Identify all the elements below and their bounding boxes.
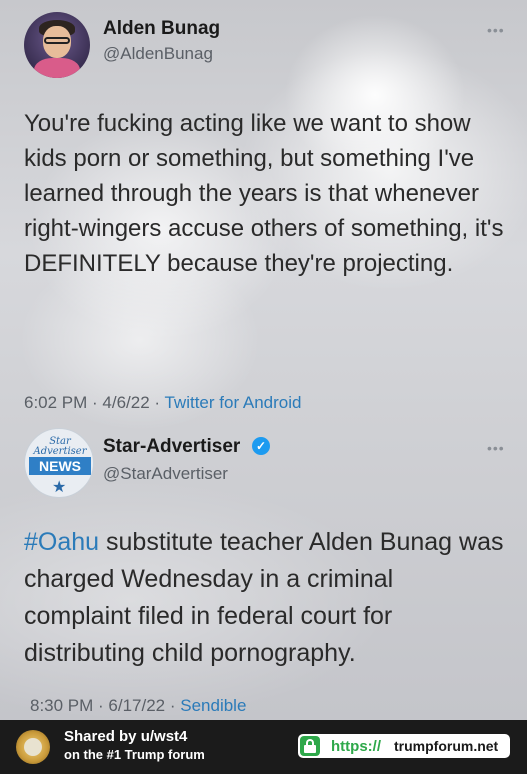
hashtag-link[interactable]: #Oahu: [24, 528, 99, 556]
forum-tagline: on the #1 Trump forum: [64, 747, 205, 762]
trump-logo-icon: [16, 730, 50, 764]
avatar-news-label: NEWS: [29, 457, 91, 475]
avatar-logo-text: Star Advertiser: [33, 436, 87, 457]
tweet-meta: 8:30 PM · 6/17/22 · Sendible: [30, 696, 246, 716]
verified-badge-icon: ✓: [252, 437, 270, 455]
avatar-star-advertiser[interactable]: Star Advertiser NEWS ★: [24, 428, 94, 498]
tweet-source-link[interactable]: Twitter for Android: [164, 393, 301, 412]
tweet-text: You're fucking acting like we want to sh…: [24, 110, 504, 277]
star-icon: ★: [52, 479, 67, 496]
shared-by-text: Shared by u/wst4: [64, 728, 188, 745]
more-options-icon[interactable]: •••: [487, 440, 505, 456]
tweet-meta: 6:02 PM · 4/6/22 · Twitter for Android: [24, 393, 302, 413]
lock-icon: [300, 736, 320, 756]
tweet-timestamp[interactable]: 6:02 PM · 4/6/22 ·: [24, 393, 164, 412]
user-handle[interactable]: @AldenBunag: [103, 44, 213, 64]
url-scheme: https://: [331, 738, 381, 755]
avatar-alden-bunag[interactable]: [24, 12, 90, 78]
avatar-glasses: [44, 37, 70, 44]
url-host[interactable]: trumpforum.net: [394, 738, 498, 754]
tweet-source-link[interactable]: Sendible: [180, 696, 246, 715]
tweet-timestamp[interactable]: 8:30 PM · 6/17/22 ·: [30, 696, 180, 715]
tweet-text: #Oahu substitute teacher Alden Bunag was…: [24, 524, 504, 672]
user-handle[interactable]: @StarAdvertiser: [103, 464, 228, 484]
more-options-icon[interactable]: •••: [487, 22, 505, 38]
display-name[interactable]: Star-Advertiser: [103, 436, 240, 458]
avatar-shirt: [34, 58, 80, 78]
display-name[interactable]: Alden Bunag: [103, 18, 220, 40]
